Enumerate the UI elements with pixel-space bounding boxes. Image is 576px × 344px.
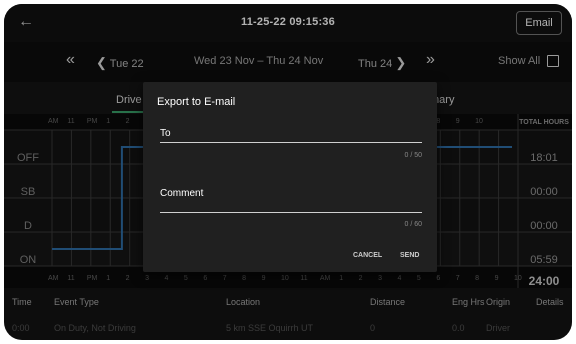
to-char-counter: 0 / 50 [404, 152, 422, 159]
comment-input[interactable] [160, 212, 422, 213]
cancel-button[interactable]: CANCEL [353, 252, 382, 259]
to-field-label[interactable]: To [160, 128, 171, 139]
comment-char-counter: 0 / 60 [404, 221, 422, 228]
export-email-dialog: Export to E-mail To 0 / 50 Comment 0 / 6… [143, 82, 437, 272]
send-button[interactable]: SEND [400, 252, 419, 259]
comment-field-label[interactable]: Comment [160, 188, 203, 199]
to-input[interactable] [160, 142, 422, 143]
device-screen: ← 11-25-22 09:15:36 Email « ❮ Tue 22 Wed… [4, 4, 572, 340]
dialog-title: Export to E-mail [157, 96, 236, 108]
